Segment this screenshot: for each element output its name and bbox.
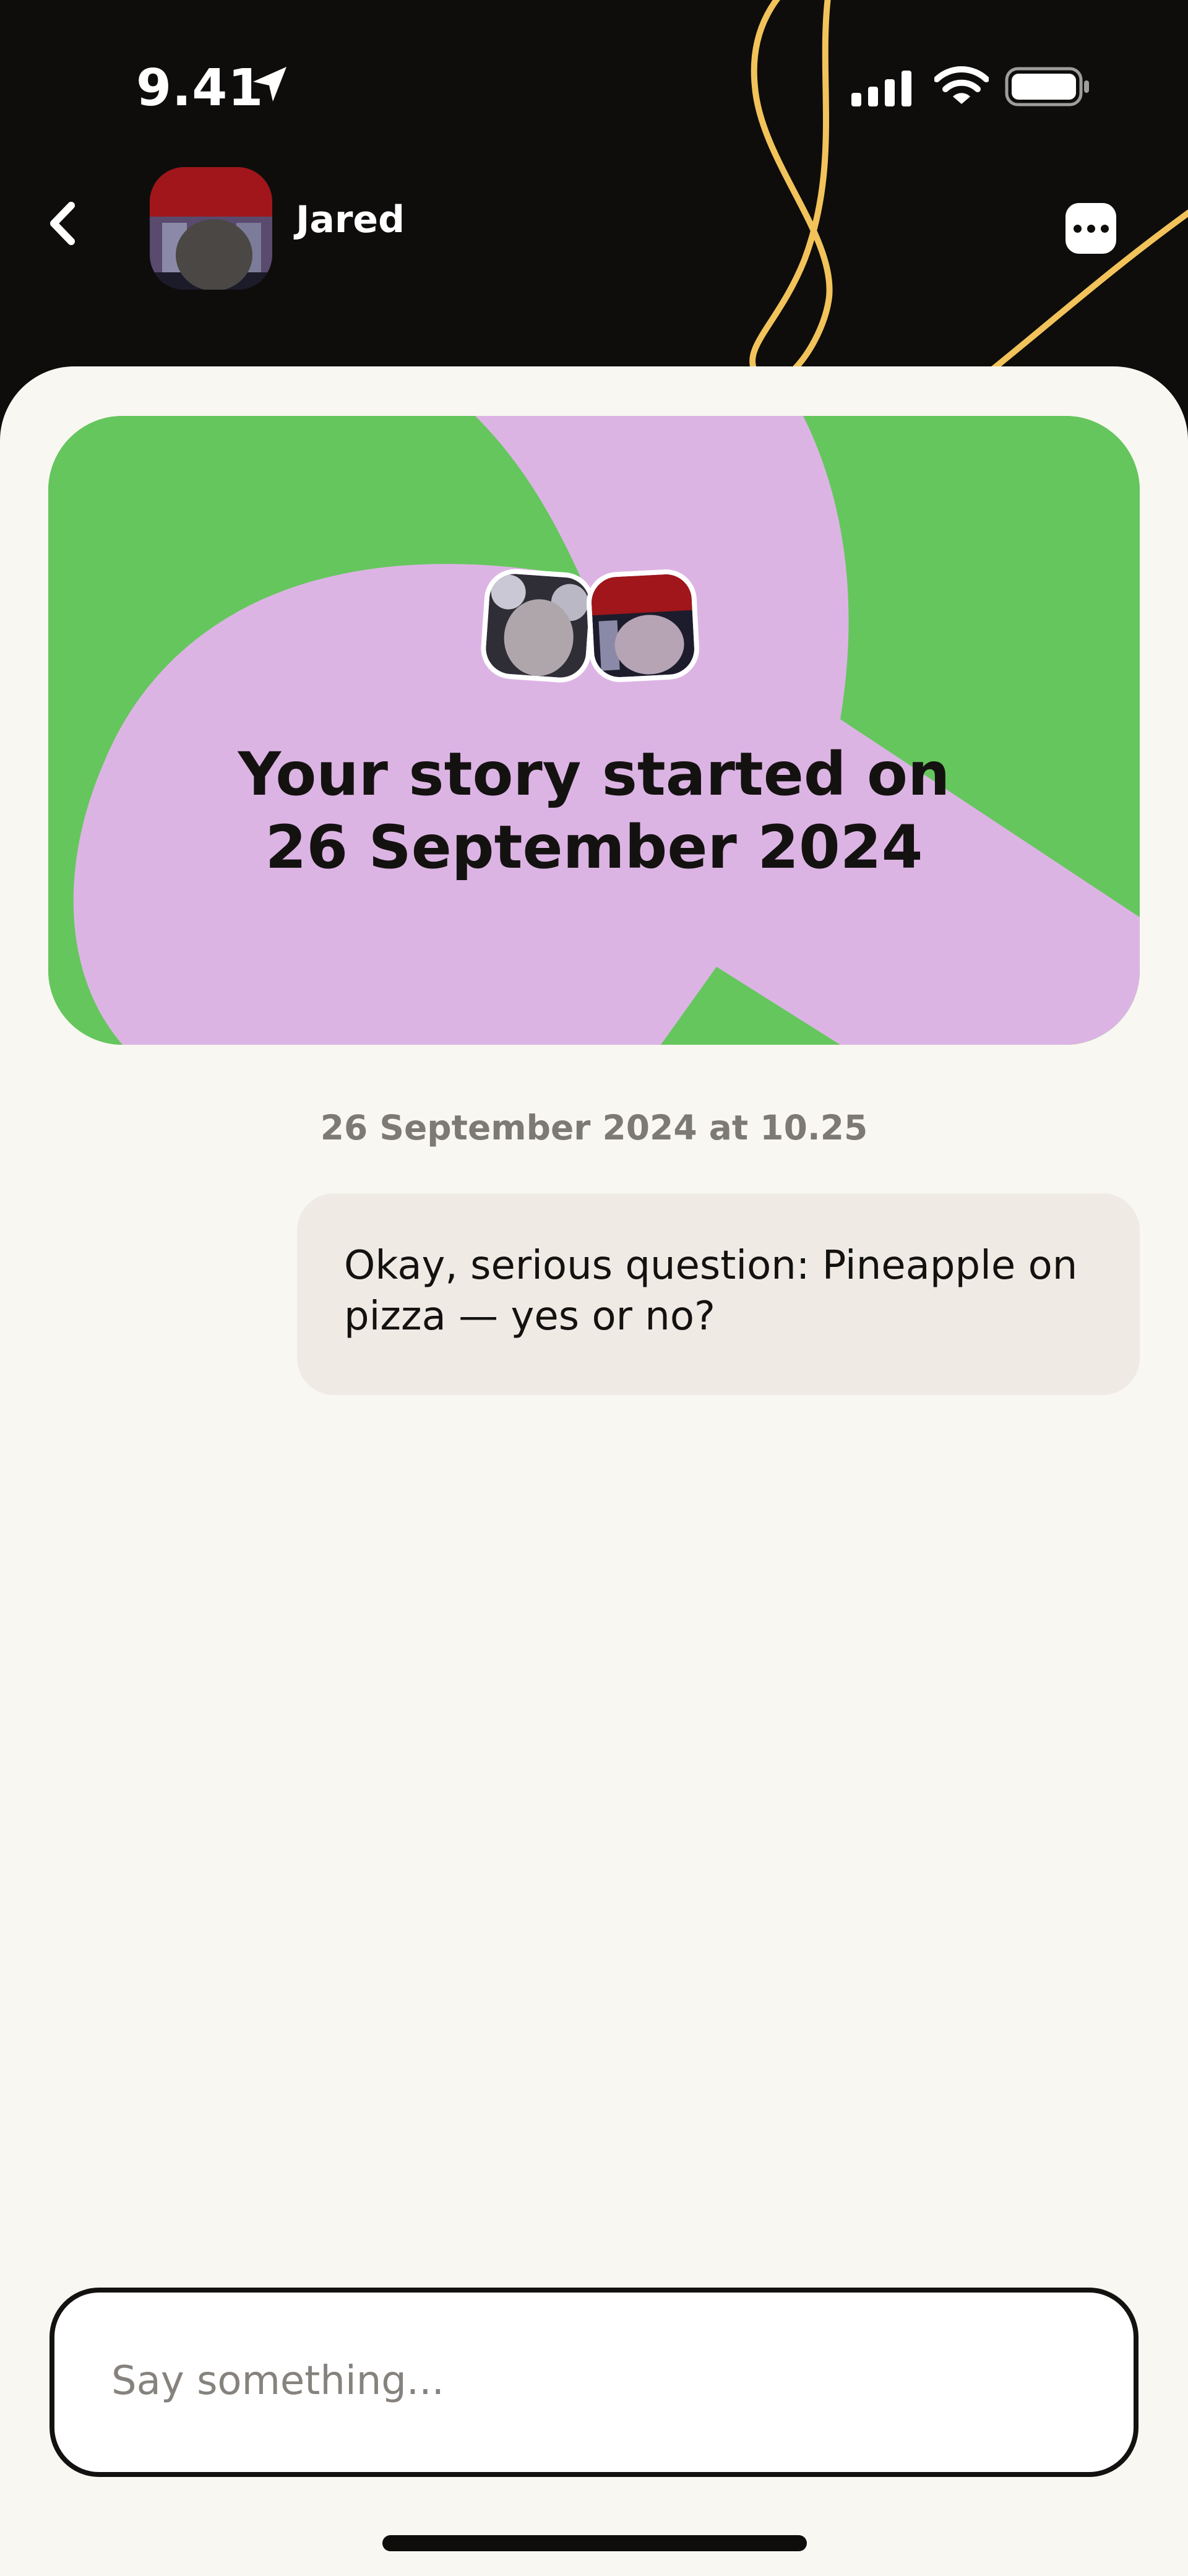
story-card-shapes: [48, 416, 1140, 1045]
message-bubble[interactable]: Okay, serious question: Pineapple on piz…: [297, 1193, 1140, 1395]
cellular-signal-icon: [851, 69, 913, 109]
story-title-line2: 26 September 2024: [265, 813, 923, 882]
contact-name[interactable]: Jared: [296, 198, 405, 241]
chevron-left-icon: [48, 202, 76, 248]
location-arrow-icon: [251, 64, 290, 106]
story-avatars: [48, 567, 1140, 694]
story-title-line1: Your story started on: [238, 740, 950, 809]
contact-avatar-small: [585, 568, 701, 684]
user-avatar: [479, 567, 596, 685]
message-input[interactable]: [111, 2347, 1077, 2415]
wifi-icon: [934, 66, 989, 109]
more-options-button[interactable]: [1065, 203, 1116, 254]
message-timestamp: 26 September 2024 at 10.25: [320, 1108, 868, 1148]
story-title: Your story started on 26 September 2024: [48, 738, 1140, 884]
status-bar: 9.41: [0, 0, 1188, 173]
message-text: Okay, serious question: Pineapple on piz…: [344, 1243, 1078, 1339]
battery-icon: [1005, 67, 1091, 109]
message-composer[interactable]: [50, 2288, 1138, 2477]
contact-avatar[interactable]: [150, 167, 272, 290]
story-start-card: Your story started on 26 September 2024: [48, 416, 1140, 1045]
more-dots-icon: [1073, 224, 1082, 233]
status-time: 9.41: [136, 59, 264, 118]
home-indicator[interactable]: [382, 2535, 807, 2551]
back-button[interactable]: [37, 197, 87, 253]
